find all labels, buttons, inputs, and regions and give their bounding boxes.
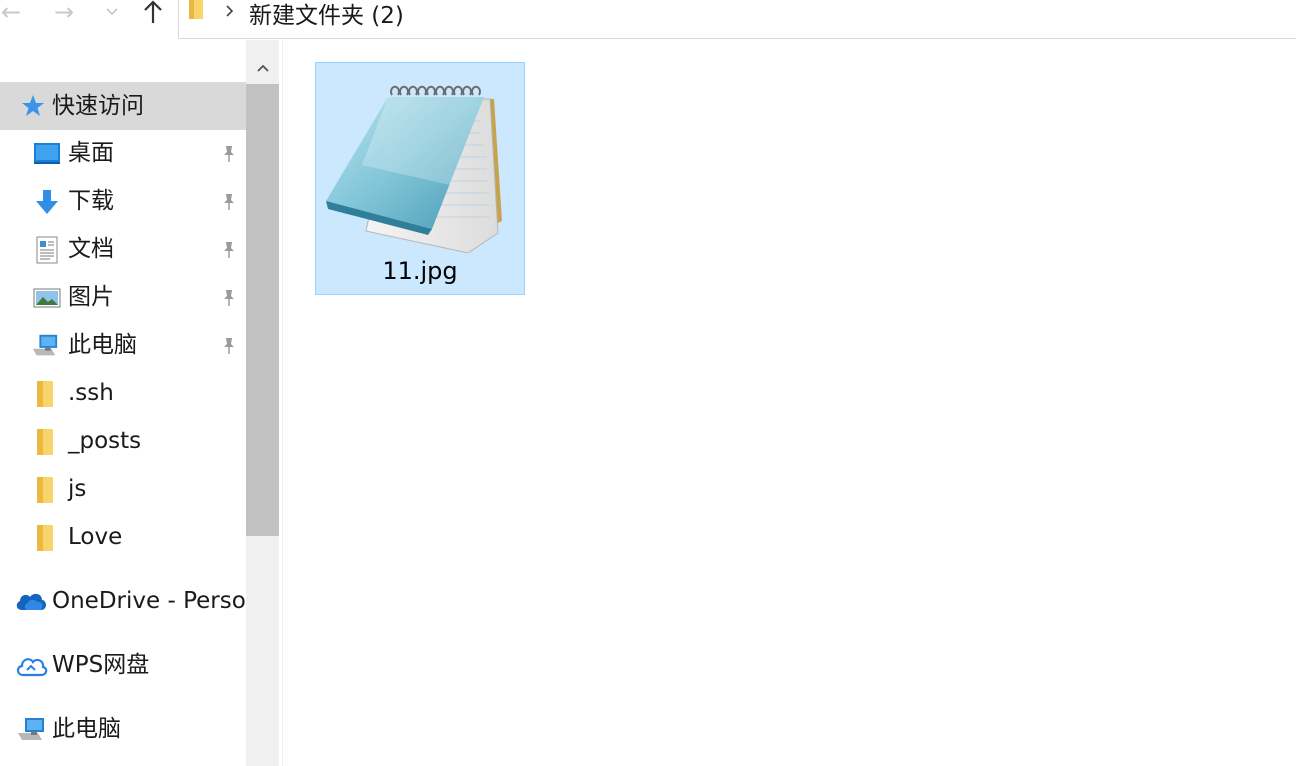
breadcrumb-current-folder[interactable]: 新建文件夹 (2)	[249, 0, 404, 30]
folder-icon	[37, 381, 53, 407]
pin-icon[interactable]	[219, 192, 239, 212]
sidebar-item-posts[interactable]: _posts	[0, 418, 246, 466]
sidebar-item-pictures[interactable]: 图片	[0, 274, 246, 322]
sidebar-item-label: 图片	[68, 284, 114, 310]
sidebar-item-love[interactable]: Love	[0, 514, 246, 562]
sidebar-item-label: _posts	[68, 428, 142, 454]
file-item[interactable]: 11.jpg	[315, 62, 525, 295]
pin-icon[interactable]	[219, 240, 239, 260]
back-button[interactable]: ←	[0, 0, 22, 24]
sidebar-item-label: OneDrive - Perso	[52, 588, 246, 614]
scrollbar-thumb[interactable]	[246, 84, 279, 536]
quick-access-label: 快速访问	[52, 93, 144, 119]
download-icon	[36, 190, 58, 214]
sidebar-item-this-pc-pinned[interactable]: 此电脑	[0, 322, 246, 370]
navigation-pane: 快速访问 桌面 下载 文档 图片 此电脑 .ssh _posts js Love…	[0, 40, 246, 766]
quick-access-header[interactable]: 快速访问	[0, 82, 246, 130]
navigation-pane-scrollbar[interactable]	[246, 40, 279, 766]
chevron-down-icon	[106, 8, 118, 16]
up-arrow-icon	[144, 0, 162, 23]
sidebar-item-label: 下载	[68, 188, 114, 214]
folder-icon	[37, 429, 53, 455]
address-bar[interactable]: 新建文件夹 (2)	[178, 0, 1296, 39]
pin-icon[interactable]	[219, 288, 239, 308]
sidebar-item-desktop[interactable]: 桌面	[0, 130, 246, 178]
file-list-view[interactable]: 11.jpg	[283, 40, 1296, 766]
sidebar-item-js[interactable]: js	[0, 466, 246, 514]
sidebar-item-label: 此电脑	[68, 332, 137, 358]
sidebar-item-documents[interactable]: 文档	[0, 226, 246, 274]
up-button[interactable]	[138, 0, 168, 24]
sidebar-item-label: 此电脑	[52, 716, 121, 742]
desktop-icon	[34, 143, 60, 164]
forward-button[interactable]: →	[50, 0, 78, 24]
notepad-icon	[326, 85, 502, 253]
computer-icon	[18, 718, 44, 740]
sidebar-item-label: 文档	[68, 236, 114, 262]
chevron-up-icon	[256, 64, 269, 72]
folder-icon	[189, 0, 203, 19]
sidebar-item-label: WPS网盘	[52, 652, 150, 678]
folder-icon	[37, 525, 53, 551]
onedrive-icon	[16, 593, 46, 610]
recent-locations-button[interactable]	[100, 0, 124, 24]
pin-icon[interactable]	[219, 336, 239, 356]
pictures-icon	[33, 288, 61, 308]
sidebar-item-label: Love	[68, 524, 123, 550]
file-explorer-window: ← → 新建文件夹 (2) 快速访问 桌面 下载 文档 图片 此电脑 .ssh …	[0, 0, 1296, 766]
sidebar-item-label: 桌面	[68, 140, 114, 166]
sidebar-item-ssh[interactable]: .ssh	[0, 370, 246, 418]
breadcrumb-chevron-icon[interactable]	[223, 0, 237, 22]
file-name[interactable]: 11.jpg	[316, 257, 524, 285]
folder-icon	[37, 477, 53, 503]
pin-icon[interactable]	[219, 144, 239, 164]
sidebar-item-downloads[interactable]: 下载	[0, 178, 246, 226]
wps-cloud-icon	[16, 658, 48, 677]
scroll-up-button[interactable]	[246, 52, 279, 84]
back-arrow-icon: ←	[0, 0, 22, 26]
sidebar-item-label: js	[68, 476, 87, 502]
documents-icon	[36, 236, 58, 264]
sidebar-item-wps-cloud[interactable]: WPS网盘	[0, 642, 246, 690]
navigation-bar: ← → 新建文件夹 (2)	[0, 0, 1296, 40]
sidebar-item-onedrive[interactable]: OneDrive - Perso	[0, 578, 246, 626]
forward-arrow-icon: →	[53, 0, 75, 26]
computer-icon	[32, 334, 58, 356]
sidebar-item-this-pc[interactable]: 此电脑	[0, 706, 246, 754]
sidebar-item-label: .ssh	[68, 380, 114, 406]
star-icon	[22, 95, 44, 116]
